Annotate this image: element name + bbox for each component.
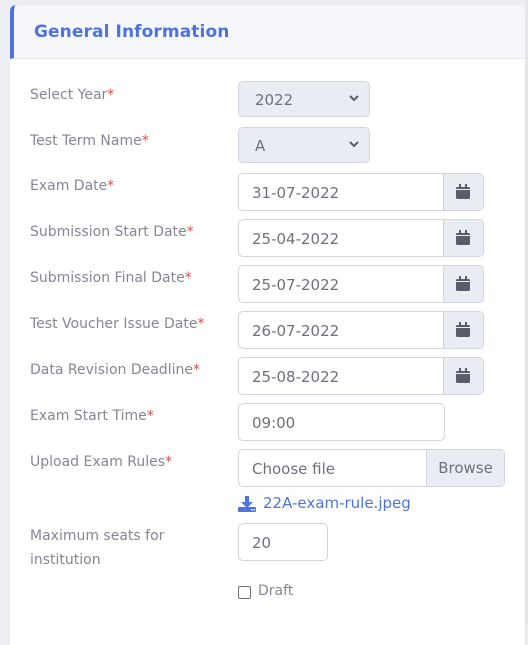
select-year-label: Select Year* [30,87,115,103]
exam-start-time-input[interactable]: 09:00 [238,403,445,441]
file-input-placeholder: Choose file [252,460,335,478]
submission-start-input-group: 25-04-2022 [238,219,484,257]
data-revision-label: Data Revision Deadline* [30,362,200,378]
calendar-icon [456,276,470,291]
submission-start-label: Submission Start Date* [30,224,194,240]
data-revision-input-group: 25-08-2022 [238,357,484,395]
data-revision-input[interactable]: 25-08-2022 [252,368,339,386]
upload-exam-rules-label: Upload Exam Rules* [30,454,173,470]
exam-start-time-label: Exam Start Time* [30,408,154,424]
submission-final-input-group: 25-07-2022 [238,265,484,303]
voucher-issue-input-group: 26-07-2022 [238,311,484,349]
draft-checkbox[interactable] [238,586,251,599]
submission-start-calendar-button[interactable] [443,220,483,256]
voucher-issue-label: Test Voucher Issue Date* [30,316,205,332]
calendar-icon [456,322,470,337]
test-term-value: A [255,137,266,155]
exam-start-time-value: 09:00 [252,414,296,432]
test-term-dropdown[interactable]: A [238,127,370,163]
draft-label[interactable]: Draft [258,583,293,599]
data-revision-calendar-button[interactable] [443,358,483,394]
submission-start-input[interactable]: 25-04-2022 [252,230,339,248]
chevron-down-icon [349,141,359,148]
max-seats-input[interactable]: 20 [238,523,328,561]
exam-date-calendar-button[interactable] [443,174,483,210]
voucher-issue-input[interactable]: 26-07-2022 [252,322,339,340]
exam-date-input-group: 31-07-2022 [238,173,484,211]
calendar-icon [456,368,470,383]
calendar-icon [456,230,470,245]
test-term-label: Test Term Name* [30,133,149,149]
exam-date-input[interactable]: 31-07-2022 [252,184,339,202]
submission-final-label: Submission Final Date* [30,270,192,286]
submission-final-calendar-button[interactable] [443,266,483,302]
calendar-icon [456,184,470,199]
voucher-issue-calendar-button[interactable] [443,312,483,348]
chevron-down-icon [349,95,359,102]
select-year-dropdown[interactable]: 2022 [238,81,370,117]
max-seats-label: Maximum seats for institution [30,528,165,568]
exam-rules-download-link[interactable]: 22A-exam-rule.jpeg [238,494,438,514]
select-year-value: 2022 [255,91,294,109]
general-information-card: General Information Select Year* 2022 Te… [10,5,526,645]
exam-date-label: Exam Date* [30,178,115,194]
card-title: General Information [34,22,230,42]
download-icon [238,496,256,512]
browse-button[interactable]: Browse [426,450,504,486]
submission-final-input[interactable]: 25-07-2022 [252,276,339,294]
card-header: General Information [10,5,525,59]
exam-rules-file-name: 22A-exam-rule.jpeg [263,494,411,512]
exam-rules-file-input[interactable]: Choose file Browse [238,449,505,487]
max-seats-value: 20 [252,534,272,552]
